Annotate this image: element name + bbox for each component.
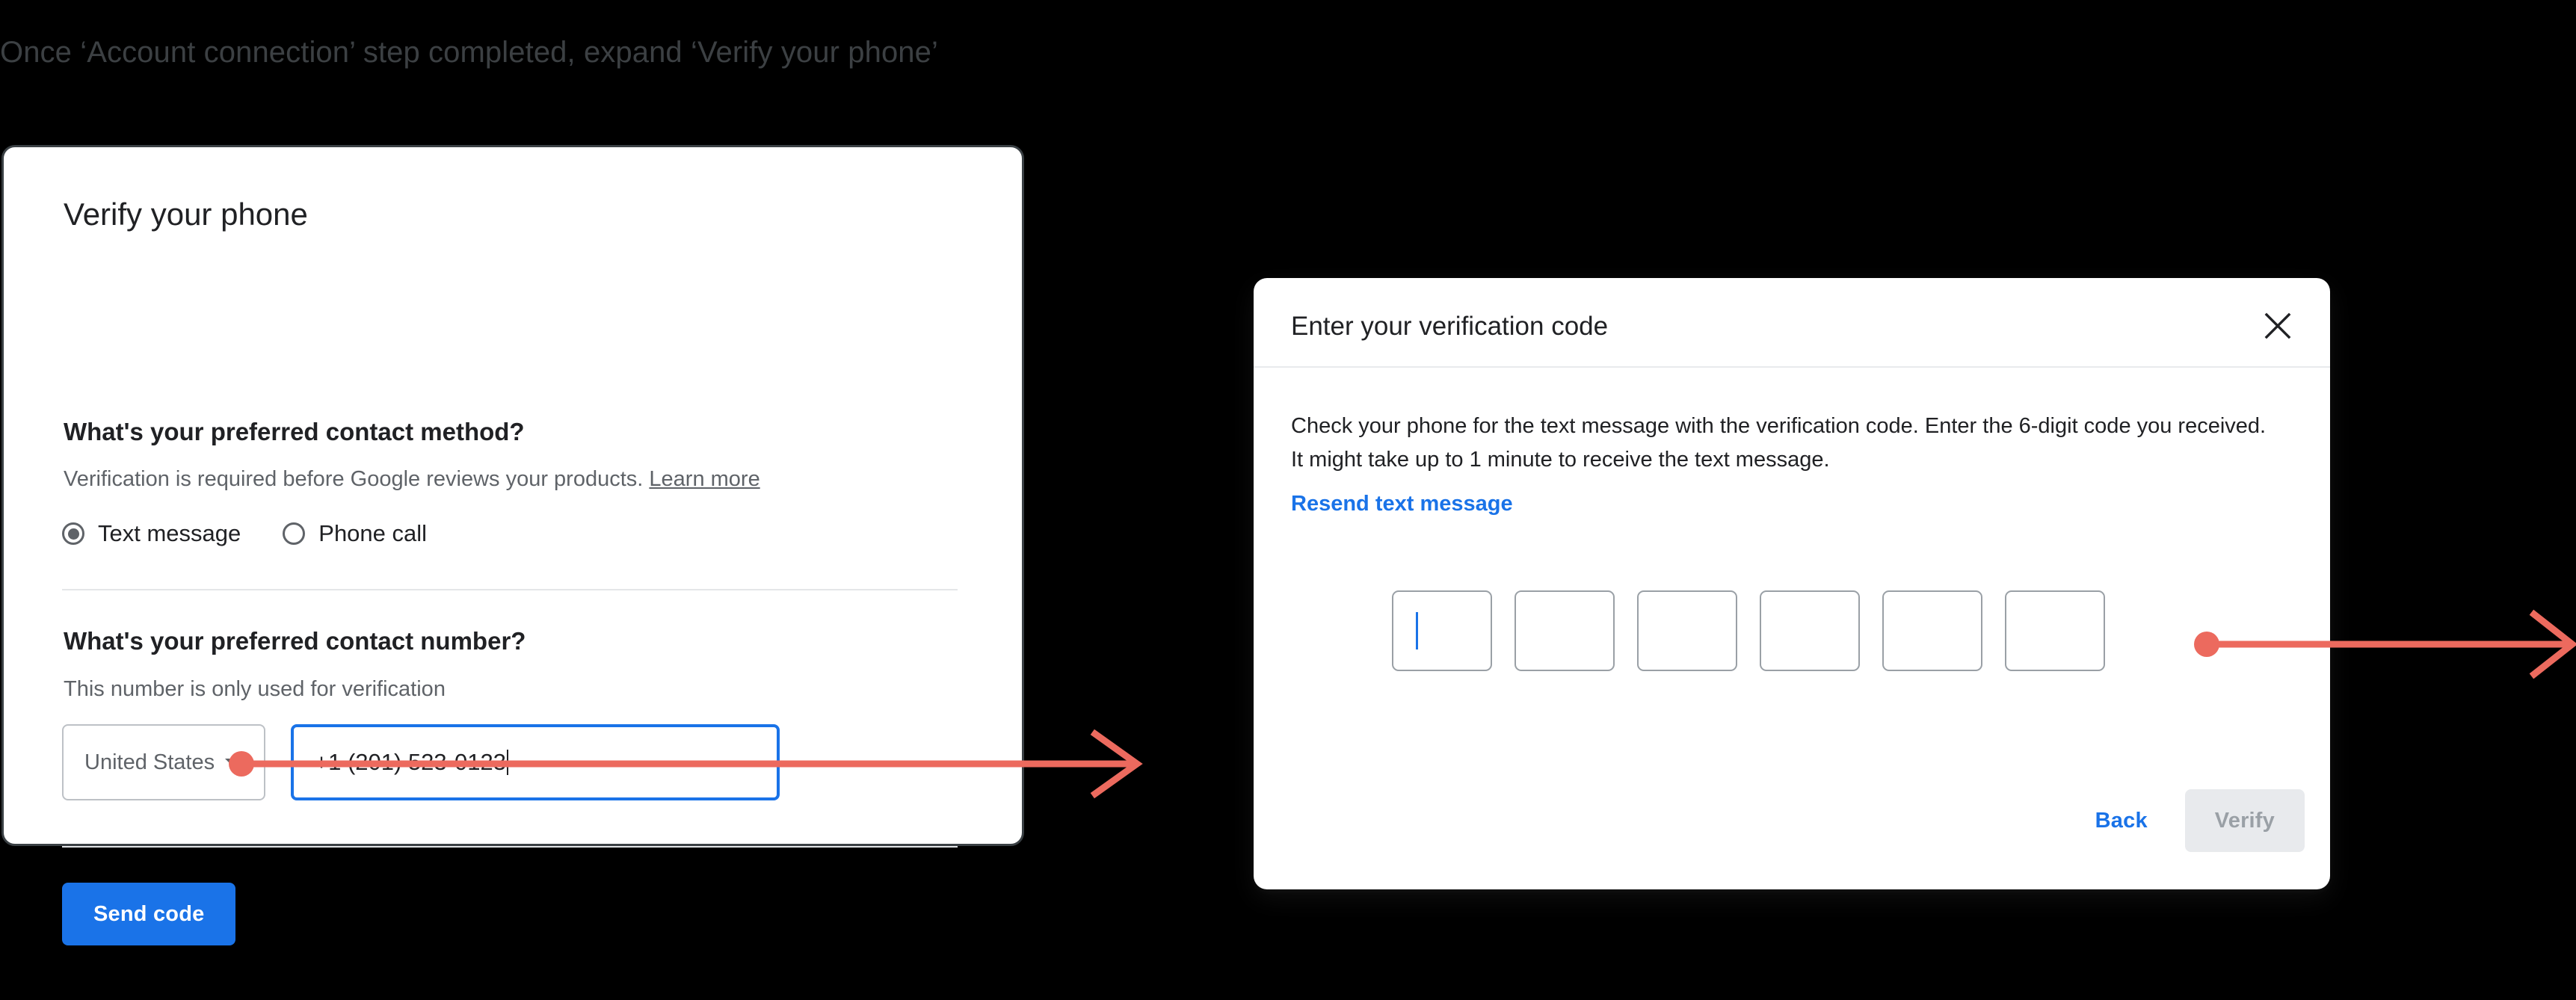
radio-unselected-icon[interactable]: [283, 522, 306, 545]
country-select-value: United States: [84, 750, 215, 774]
contact-method-question: What's your preferred contact method?: [64, 418, 525, 445]
radio-option-text-message[interactable]: Text message: [62, 521, 241, 546]
code-digit-box-1[interactable]: [1392, 590, 1492, 671]
code-digit-box-4[interactable]: [1760, 590, 1860, 671]
resend-text-message-link[interactable]: Resend text message: [1291, 490, 1513, 517]
code-digit-box-2[interactable]: [1515, 590, 1615, 671]
verify-button: Verify: [2184, 789, 2305, 852]
phone-field-row: United States +1 (201) 523-0123: [62, 724, 780, 800]
contact-number-description: This number is only used for verificatio…: [64, 677, 446, 701]
code-digit-box-3[interactable]: [1637, 590, 1737, 671]
code-digit-box-6[interactable]: [2005, 590, 2105, 671]
country-select[interactable]: United States: [62, 724, 265, 800]
dialog-body-line-2: It might take up to 1 minute to receive …: [1291, 448, 1830, 472]
close-icon[interactable]: [2258, 306, 2297, 345]
learn-more-link[interactable]: Learn more: [649, 467, 759, 491]
dialog-header: Enter your verification code: [1254, 278, 2330, 368]
code-digit-box-5[interactable]: [1882, 590, 1982, 671]
verification-code-dialog: Enter your verification code Check your …: [1254, 278, 2330, 889]
radio-label-text-message: Text message: [98, 520, 241, 546]
dialog-body-text: Check your phone for the text message wi…: [1291, 410, 2293, 477]
divider-top: [62, 589, 958, 590]
dialog-footer: Back Verify: [1254, 789, 2330, 852]
send-code-button[interactable]: Send code: [62, 883, 236, 945]
text-cursor: [506, 750, 508, 775]
phone-number-input[interactable]: +1 (201) 523-0123: [291, 724, 780, 800]
verify-phone-card: Verify your phone What's your preferred …: [1, 145, 1024, 945]
chevron-down-icon: [225, 758, 242, 767]
back-button[interactable]: Back: [2074, 809, 2169, 833]
radio-selected-icon[interactable]: [62, 522, 84, 545]
radio-option-phone-call[interactable]: Phone call: [283, 521, 427, 546]
card-title: Verify your phone: [64, 197, 308, 232]
contact-method-description: Verification is required before Google r…: [64, 465, 760, 493]
dialog-title: Enter your verification code: [1291, 312, 1609, 341]
page-caption: Once ‘Account connection’ step completed…: [0, 36, 938, 69]
contact-method-description-text: Verification is required before Google r…: [64, 467, 644, 491]
contact-number-question: What's your preferred contact number?: [64, 627, 526, 655]
phone-number-value: +1 (201) 523-0123: [315, 749, 506, 775]
divider-bottom: [62, 846, 958, 848]
radio-label-phone-call: Phone call: [318, 520, 428, 546]
verification-code-input-group: [1392, 590, 2105, 671]
contact-method-radio-group: Text message Phone call: [62, 521, 427, 546]
dialog-body-line-1: Check your phone for the text message wi…: [1291, 414, 2267, 438]
